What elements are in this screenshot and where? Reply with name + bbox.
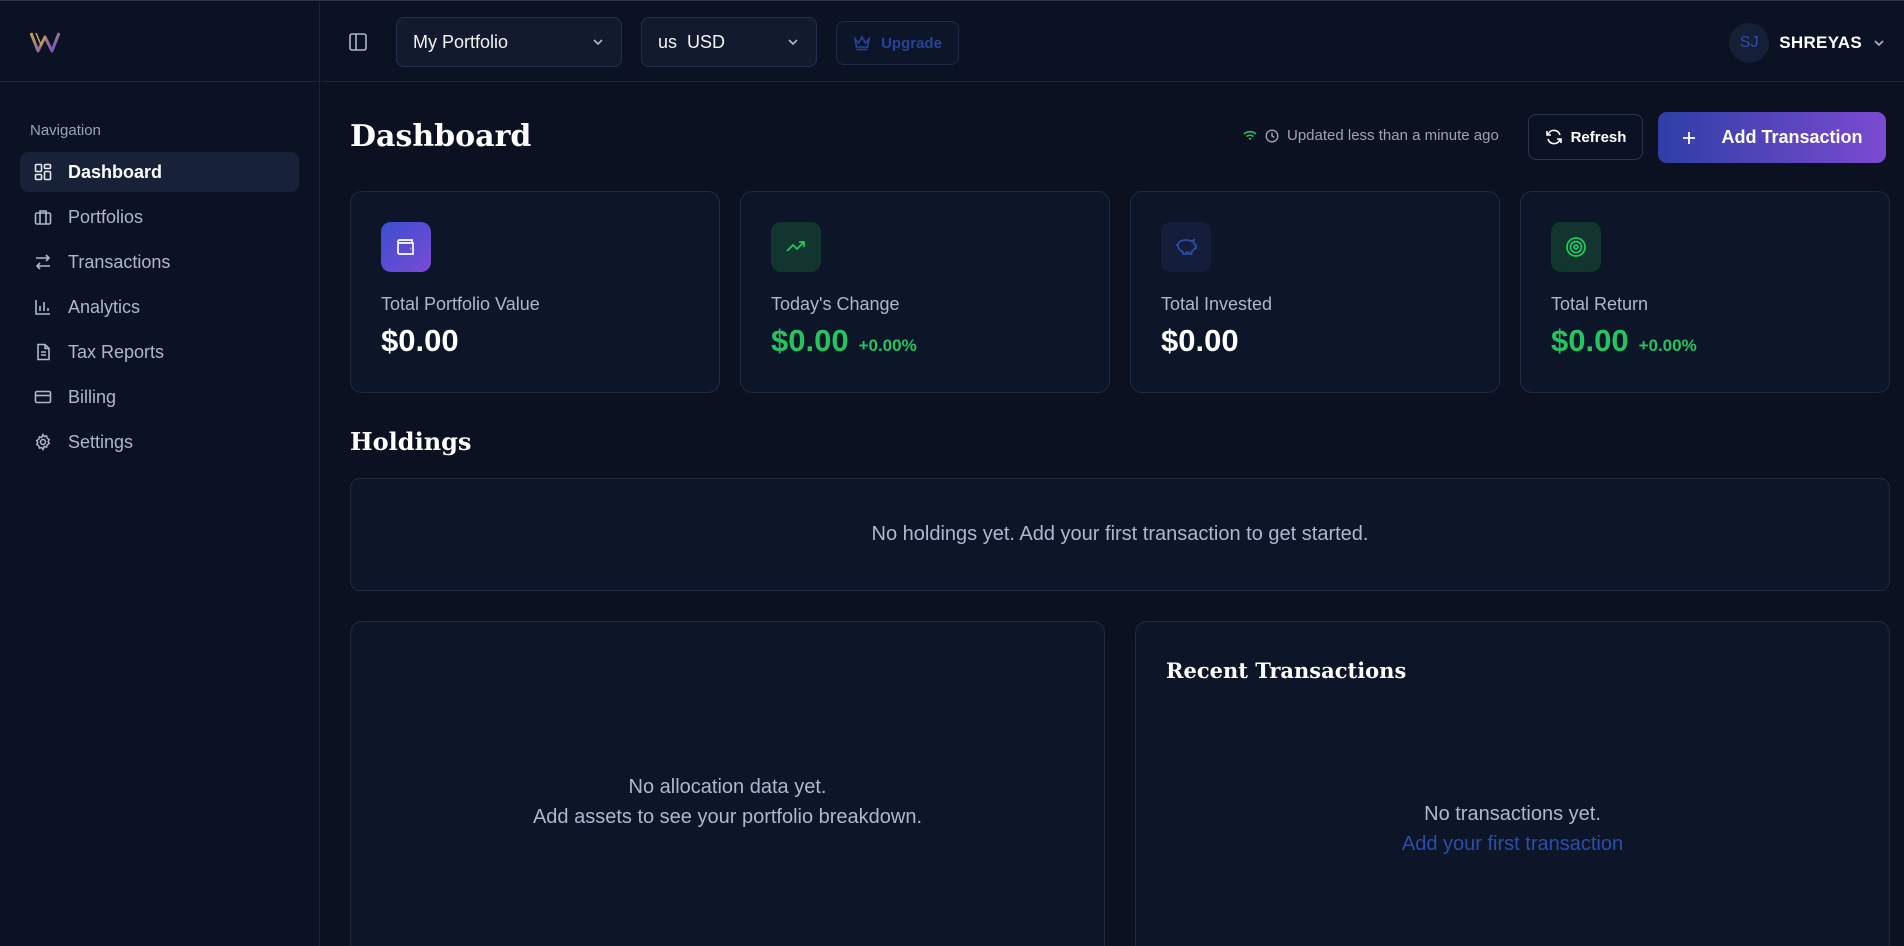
chevron-down-icon xyxy=(788,39,798,46)
holdings-title: Holdings xyxy=(350,427,472,456)
crown-icon xyxy=(853,35,871,51)
w-logo-icon xyxy=(30,31,60,52)
transactions-empty-state: No transactions yet. Add your first tran… xyxy=(1136,799,1889,859)
stat-value: $0.00 +0.00% xyxy=(771,323,917,359)
sidebar-item-label: Transactions xyxy=(68,251,171,272)
add-transaction-button[interactable]: Add Transaction xyxy=(1658,112,1886,163)
stat-number: $0.00 xyxy=(381,323,459,358)
top-bar: My Portfolio us USD Upgrade SJ SHREYAS xyxy=(321,2,1904,82)
sidebar-item-label: Analytics xyxy=(68,296,141,317)
trending-up-icon xyxy=(771,222,821,272)
currency-select[interactable]: us USD xyxy=(641,17,817,67)
document-icon xyxy=(37,343,50,361)
main-content: Dashboard Updated less than a minute ago… xyxy=(321,83,1904,946)
sidebar-item-label: Billing xyxy=(68,386,117,407)
sidebar-item-label: Settings xyxy=(68,431,134,452)
stat-card-total-invested: Total Invested $0.00 xyxy=(1130,191,1500,393)
stat-change: +0.00% xyxy=(1638,336,1697,355)
recent-transactions-title: Recent Transactions xyxy=(1166,658,1407,683)
nav-heading: Navigation xyxy=(30,122,101,139)
stat-value: $0.00 xyxy=(1161,323,1239,359)
chevron-down-icon xyxy=(593,39,603,46)
wallet-icon xyxy=(381,222,431,272)
sidebar-item-transactions[interactable]: Transactions xyxy=(20,242,299,282)
gear-icon xyxy=(35,433,51,451)
add-first-transaction-link[interactable]: Add your first transaction xyxy=(1402,829,1623,859)
portfolio-select[interactable]: My Portfolio xyxy=(396,17,622,67)
updated-text: Updated less than a minute ago xyxy=(1287,127,1499,144)
stat-card-total-return: Total Return $0.00 +0.00% xyxy=(1520,191,1890,393)
allocation-panel: No allocation data yet. Add assets to se… xyxy=(350,621,1105,946)
chevron-down-icon xyxy=(1874,40,1884,47)
upgrade-label: Upgrade xyxy=(881,34,942,52)
sidebar-item-label: Portfolios xyxy=(68,206,144,227)
refresh-icon xyxy=(1545,129,1562,145)
currency-select-value: us USD xyxy=(658,31,726,52)
allocation-empty-line2: Add assets to see your portfolio breakdo… xyxy=(532,806,923,828)
allocation-empty-state: No allocation data yet. Add assets to se… xyxy=(351,772,1104,832)
refresh-button[interactable]: Refresh xyxy=(1528,114,1643,160)
upgrade-button[interactable]: Upgrade xyxy=(836,21,959,65)
sidebar-item-dashboard[interactable]: Dashboard xyxy=(20,152,299,192)
update-status: Updated less than a minute ago xyxy=(1243,127,1499,144)
sidebar-item-label: Dashboard xyxy=(68,161,163,182)
target-icon xyxy=(1551,222,1601,272)
credit-card-icon xyxy=(34,390,52,404)
add-transaction-label: Add Transaction xyxy=(1721,127,1863,147)
holdings-empty-text: No holdings yet. Add your first transact… xyxy=(871,523,1369,545)
transactions-empty-text: No transactions yet. xyxy=(1424,803,1601,825)
sidebar-item-analytics[interactable]: Analytics xyxy=(20,287,299,327)
avatar: SJ xyxy=(1729,23,1770,63)
clock-icon xyxy=(1265,128,1279,143)
recent-transactions-panel: Recent Transactions No transactions yet.… xyxy=(1135,621,1890,946)
portfolio-select-value: My Portfolio xyxy=(413,31,509,52)
sidebar-toggle-icon[interactable] xyxy=(347,31,369,53)
sidebar-item-label: Tax Reports xyxy=(68,341,165,362)
stat-card-todays-change: Today's Change $0.00 +0.00% xyxy=(740,191,1110,393)
stat-label: Total Portfolio Value xyxy=(381,294,540,314)
stat-number: $0.00 xyxy=(1161,323,1239,358)
page-title: Dashboard xyxy=(350,119,532,154)
piggy-bank-icon xyxy=(1161,222,1211,272)
sidebar-item-settings[interactable]: Settings xyxy=(20,422,299,462)
user-menu[interactable]: SJ SHREYAS xyxy=(1729,22,1886,64)
stat-value: $0.00 xyxy=(381,323,459,359)
stat-change: +0.00% xyxy=(858,336,917,355)
stat-number: $0.00 xyxy=(771,323,849,358)
sidebar-item-portfolios[interactable]: Portfolios xyxy=(20,197,299,237)
nav-list: Dashboard Portfolios Transactions Analyt… xyxy=(20,152,299,467)
briefcase-icon xyxy=(34,210,52,225)
refresh-label: Refresh xyxy=(1570,128,1627,146)
stat-card-portfolio-value: Total Portfolio Value $0.00 xyxy=(350,191,720,393)
holdings-empty-state: No holdings yet. Add your first transact… xyxy=(350,478,1890,591)
stat-label: Total Invested xyxy=(1161,294,1273,314)
user-name: SHREYAS xyxy=(1779,33,1862,52)
wifi-icon xyxy=(1243,130,1257,140)
stat-number: $0.00 xyxy=(1551,323,1629,358)
allocation-empty-line1: No allocation data yet. xyxy=(628,776,827,798)
stat-label: Total Return xyxy=(1551,294,1649,314)
stat-value: $0.00 +0.00% xyxy=(1551,323,1697,359)
bar-chart-icon xyxy=(35,300,50,315)
sidebar-item-tax-reports[interactable]: Tax Reports xyxy=(20,332,299,372)
sidebar-item-billing[interactable]: Billing xyxy=(20,377,299,417)
dashboard-icon xyxy=(34,163,52,181)
logo[interactable] xyxy=(0,2,319,82)
arrows-icon xyxy=(35,254,51,270)
sidebar: Navigation Dashboard Portfolios Transact… xyxy=(0,2,320,946)
stat-label: Today's Change xyxy=(771,294,900,314)
plus-icon xyxy=(1683,131,1696,144)
app-window: Navigation Dashboard Portfolios Transact… xyxy=(0,0,1904,946)
